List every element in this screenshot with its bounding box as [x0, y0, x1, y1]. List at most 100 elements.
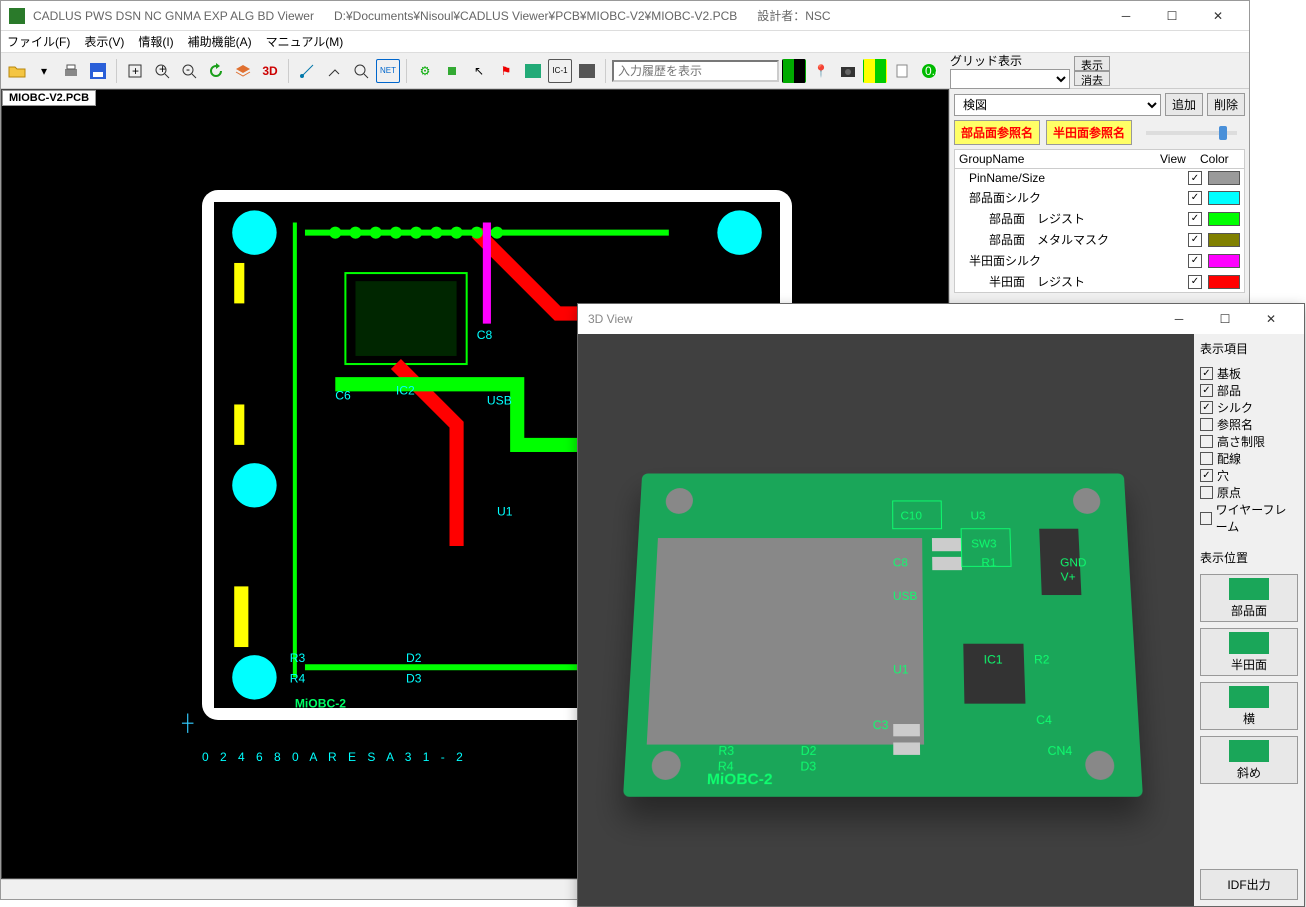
3d-option-row[interactable]: 穴 — [1200, 467, 1298, 484]
menu-view[interactable]: 表示(V) — [84, 33, 124, 50]
layer-view-checkbox[interactable] — [1188, 254, 1202, 268]
zoom-in-icon[interactable]: + — [150, 59, 174, 83]
print-icon[interactable] — [59, 59, 83, 83]
chip-icon[interactable] — [440, 59, 464, 83]
3d-option-checkbox[interactable] — [1200, 367, 1213, 380]
3d-position-button[interactable]: 半田面 — [1200, 628, 1298, 676]
add-button[interactable]: 追加 — [1165, 93, 1203, 116]
layers-icon[interactable] — [231, 59, 255, 83]
3d-position-button[interactable]: 部品面 — [1200, 574, 1298, 622]
close-button[interactable]: ✕ — [1195, 1, 1241, 31]
svg-text:C6: C6 — [335, 388, 351, 402]
3d-position-button[interactable]: 横 — [1200, 682, 1298, 730]
camera-icon[interactable] — [836, 59, 860, 83]
menu-manual[interactable]: マニュアル(M) — [266, 33, 344, 50]
menu-file[interactable]: ファイル(F) — [7, 33, 70, 50]
cursor-icon[interactable]: ↖ — [467, 59, 491, 83]
3d-option-checkbox[interactable] — [1200, 452, 1213, 465]
svg-text:R1: R1 — [981, 557, 996, 570]
open-dropdown-icon[interactable]: ▾ — [32, 59, 56, 83]
3d-option-row[interactable]: 基板 — [1200, 365, 1298, 382]
layer-row[interactable]: 部品面 レジスト — [955, 208, 1244, 229]
layer-color-swatch[interactable] — [1208, 254, 1240, 268]
3d-option-checkbox[interactable] — [1200, 512, 1212, 525]
layer-view-checkbox[interactable] — [1188, 212, 1202, 226]
document-tab[interactable]: MIOBC-V2.PCB — [2, 90, 96, 106]
flag-green-icon[interactable] — [782, 59, 806, 83]
3d-option-row[interactable]: 高さ制限 — [1200, 433, 1298, 450]
grid-combo[interactable] — [950, 69, 1070, 89]
3d-option-checkbox[interactable] — [1200, 486, 1213, 499]
layer-row[interactable]: 部品面シルク — [955, 187, 1244, 208]
3d-canvas[interactable]: C10 U3 SW3 C8 R1 USB IC1 R2 U1 C3 C4 R3 … — [578, 334, 1194, 906]
menu-aux[interactable]: 補助機能(A) — [188, 33, 252, 50]
layer-color-swatch[interactable] — [1208, 191, 1240, 205]
layer-color-swatch[interactable] — [1208, 275, 1240, 289]
flag-yg-icon[interactable] — [863, 59, 887, 83]
3d-option-checkbox[interactable] — [1200, 418, 1213, 431]
menu-info[interactable]: 情報(I) — [138, 33, 173, 50]
grid-clear-button[interactable]: 消去 — [1074, 71, 1110, 86]
board-icon[interactable] — [521, 59, 545, 83]
3d-option-row[interactable]: シルク — [1200, 399, 1298, 416]
3d-option-label: 高さ制限 — [1217, 433, 1265, 450]
drc-icon[interactable]: ⚑ — [494, 59, 518, 83]
layer-view-checkbox[interactable] — [1188, 171, 1202, 185]
ic-icon[interactable]: IC-1 — [548, 59, 572, 83]
layer-row[interactable]: 半田面シルク — [955, 250, 1244, 271]
grid-show-button[interactable]: 表示 — [1074, 56, 1110, 71]
3d-option-checkbox[interactable] — [1200, 401, 1213, 414]
svg-text:C3: C3 — [873, 719, 889, 733]
opacity-slider[interactable] — [1146, 131, 1237, 135]
layer-row[interactable]: PinName/Size — [955, 169, 1244, 187]
pin-icon[interactable]: 📍 — [809, 59, 833, 83]
3d-option-row[interactable]: 配線 — [1200, 450, 1298, 467]
components-icon[interactable]: ⚙ — [413, 59, 437, 83]
title-path: D:¥Documents¥Nisoul¥CADLUS Viewer¥PCB¥MI… — [334, 9, 737, 23]
zoom-out-icon[interactable]: - — [177, 59, 201, 83]
layer-color-swatch[interactable] — [1208, 233, 1240, 247]
measure-icon[interactable] — [295, 59, 319, 83]
layer-view-checkbox[interactable] — [1188, 275, 1202, 289]
open-icon[interactable] — [5, 59, 29, 83]
3d-icon[interactable]: 3D — [258, 59, 282, 83]
3d-option-row[interactable]: 参照名 — [1200, 416, 1298, 433]
layer-row[interactable]: 半田面 レジスト — [955, 271, 1244, 292]
layer-color-swatch[interactable] — [1208, 171, 1240, 185]
3d-option-label: シルク — [1217, 399, 1253, 416]
ref-bottom-button[interactable]: 半田面参照名 — [1046, 120, 1132, 145]
3d-option-checkbox[interactable] — [1200, 435, 1213, 448]
inspection-combo[interactable]: 検図 — [954, 94, 1161, 116]
save-icon[interactable] — [86, 59, 110, 83]
report-icon[interactable] — [890, 59, 914, 83]
refresh-icon[interactable] — [204, 59, 228, 83]
3d-position-button[interactable]: 斜め — [1200, 736, 1298, 784]
probe-icon[interactable] — [322, 59, 346, 83]
layer-view-checkbox[interactable] — [1188, 191, 1202, 205]
3d-option-row[interactable]: 原点 — [1200, 484, 1298, 501]
maximize-button[interactable]: ☐ — [1149, 1, 1195, 31]
net-icon[interactable]: NET — [376, 59, 400, 83]
idf-export-button[interactable]: IDF出力 — [1200, 869, 1298, 900]
3d-option-row[interactable]: ワイヤーフレーム — [1200, 501, 1298, 535]
3d-option-row[interactable]: 部品 — [1200, 382, 1298, 399]
delete-button[interactable]: 削除 — [1207, 93, 1245, 116]
badge-icon[interactable]: 0.8 — [917, 59, 941, 83]
3d-minimize-button[interactable]: ─ — [1156, 304, 1202, 334]
3d-close-button[interactable]: ✕ — [1248, 304, 1294, 334]
layer-row[interactable]: 部品面 メタルマスク — [955, 229, 1244, 250]
3d-title: 3D View — [588, 312, 1156, 326]
pattern-icon[interactable] — [575, 59, 599, 83]
3d-option-checkbox[interactable] — [1200, 384, 1213, 397]
ref-top-button[interactable]: 部品面参照名 — [954, 120, 1040, 145]
layer-view-checkbox[interactable] — [1188, 233, 1202, 247]
minimize-button[interactable]: ─ — [1103, 1, 1149, 31]
grid-label: グリッド表示 — [950, 52, 1070, 69]
history-input[interactable] — [612, 60, 779, 82]
search-icon[interactable] — [349, 59, 373, 83]
zoom-extents-icon[interactable]: + — [123, 59, 147, 83]
3d-option-checkbox[interactable] — [1200, 469, 1213, 482]
svg-text:U1: U1 — [893, 663, 909, 676]
layer-color-swatch[interactable] — [1208, 212, 1240, 226]
3d-maximize-button[interactable]: ☐ — [1202, 304, 1248, 334]
